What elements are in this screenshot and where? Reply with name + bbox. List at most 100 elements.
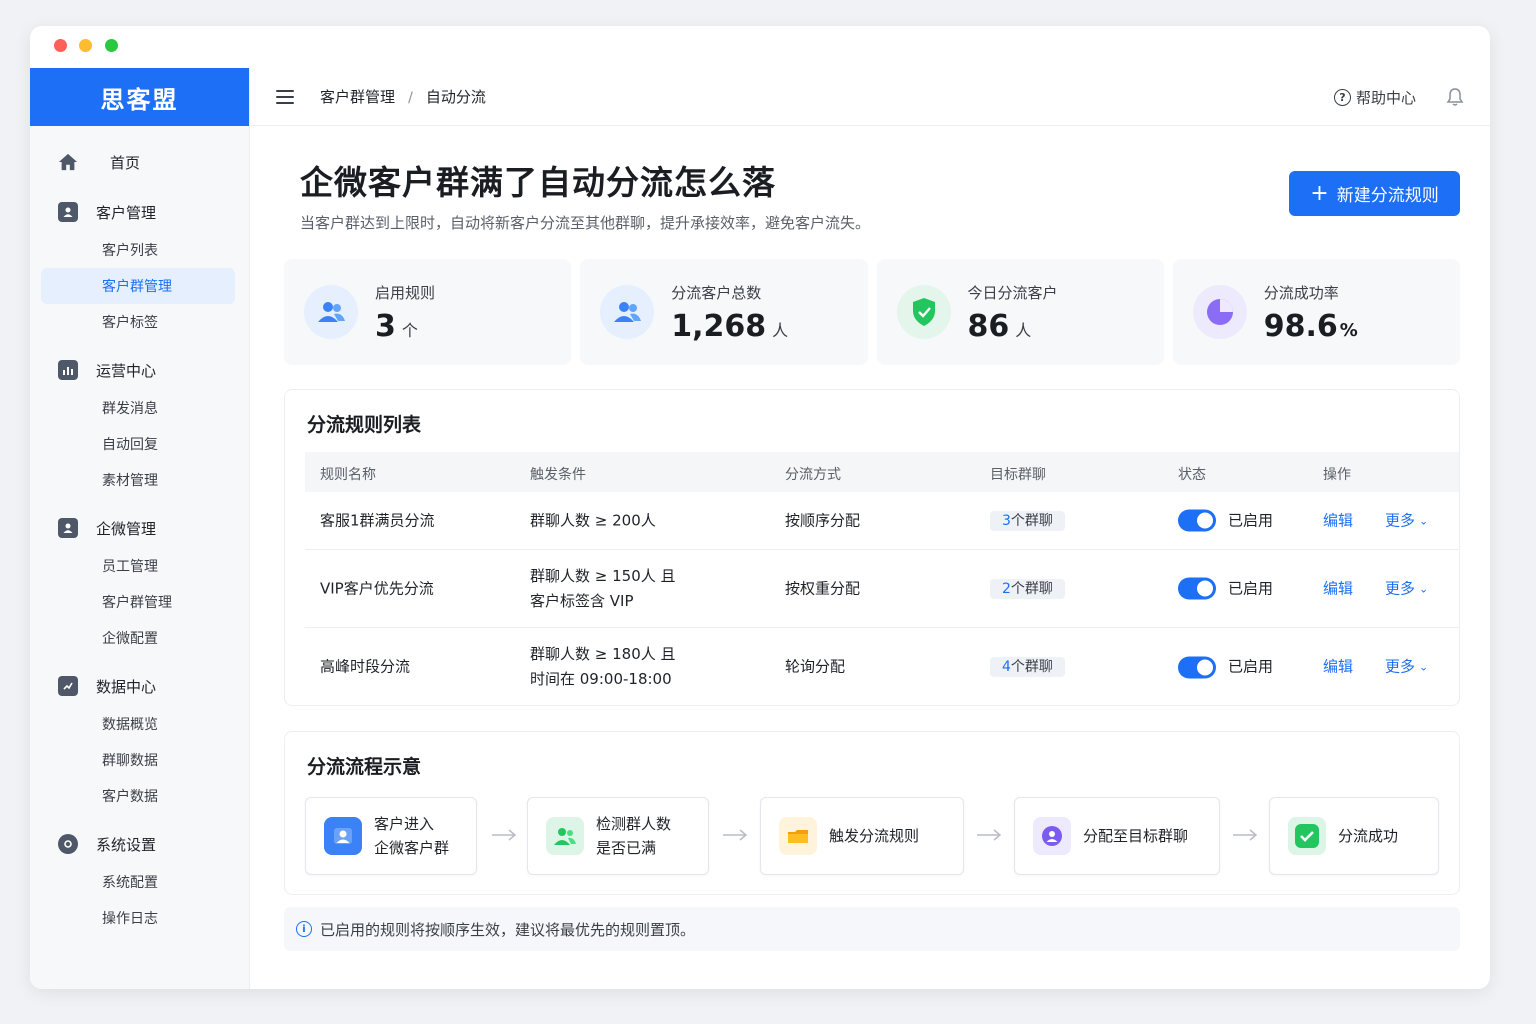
status-toggle[interactable]: 已启用 xyxy=(1178,576,1273,601)
stat-card-success-rate: 分流成功率 98.6% xyxy=(1172,259,1460,365)
column-header: 状态 xyxy=(1178,467,1206,483)
flow-title: 分流流程示意 xyxy=(307,756,422,778)
stat-label: 今日分流客户 xyxy=(967,284,1058,302)
status-toggle[interactable]: 已启用 xyxy=(1178,655,1273,680)
more-dropdown[interactable]: 更多 ⌄ xyxy=(1385,655,1428,680)
user-card-icon xyxy=(58,202,78,222)
user-enter-icon xyxy=(324,817,362,855)
sidebar-item-customer-groups[interactable]: 客户群管理 xyxy=(41,268,235,304)
column-header: 分流方式 xyxy=(785,467,841,483)
sidebar-group-wecom[interactable]: 企微管理 xyxy=(30,508,249,548)
plus-icon: + xyxy=(1310,180,1329,206)
breadcrumb-separator: / xyxy=(408,90,413,106)
flow-step-label: 客户进入 企微客户群 xyxy=(374,815,450,857)
toggle-switch[interactable] xyxy=(1178,656,1216,678)
rules-table-card: 分流规则列表 规则名称 触发条件 分流方式 目标群聊 状态 操作 客服1群满员分… xyxy=(284,389,1460,706)
app-window: 思客盟 首页 客户管理 客户列表 客户群管理 客户标签 运营中心 群发消息 自动… xyxy=(30,26,1490,989)
sidebar-item-system-config[interactable]: 系统配置 xyxy=(30,864,249,900)
flow-step-assign: 分配至目标群聊 xyxy=(1014,797,1220,875)
toggle-switch[interactable] xyxy=(1178,509,1216,532)
chevron-down-icon: ⌄ xyxy=(1419,660,1429,674)
status-toggle[interactable]: 已启用 xyxy=(1178,508,1273,533)
edit-link[interactable]: 编辑 xyxy=(1323,655,1353,680)
brand-logo[interactable]: 思客盟 xyxy=(30,68,249,126)
flow-step-label: 分流成功 xyxy=(1338,827,1399,845)
stat-label: 启用规则 xyxy=(375,284,436,302)
breadcrumb-item-customer-groups[interactable]: 客户群管理 xyxy=(320,88,395,106)
help-center-label: 帮助中心 xyxy=(1355,89,1416,107)
sidebar-item-label: 首页 xyxy=(110,153,141,172)
sidebar-item-auto-reply[interactable]: 自动回复 xyxy=(30,426,249,462)
rule-name: VIP客户优先分流 xyxy=(320,579,434,597)
arrow-right-icon xyxy=(1233,829,1258,841)
flow-step-label: 检测群人数 是否已满 xyxy=(596,815,672,857)
breadcrumb: 客户群管理 / 自动分流 xyxy=(320,86,486,107)
bell-icon[interactable] xyxy=(1446,87,1464,111)
flow-step-trigger: 触发分流规则 xyxy=(760,797,964,875)
flow-card: 分流流程示意 客户进入 企微客户群 检测群人数 是否已满 触发分流规则 分配至目… xyxy=(284,731,1460,895)
sidebar-item-customer-data[interactable]: 客户数据 xyxy=(30,778,249,814)
sidebar-item-data-overview[interactable]: 数据概览 xyxy=(30,706,249,742)
sidebar-group-label: 客户管理 xyxy=(96,203,157,222)
flow-step-enter: 客户进入 企微客户群 xyxy=(305,797,477,875)
sidebar-item-materials[interactable]: 素材管理 xyxy=(30,462,249,498)
more-dropdown[interactable]: 更多 ⌄ xyxy=(1385,508,1428,533)
maximize-window-button[interactable] xyxy=(105,39,118,52)
sidebar-item-customer-list[interactable]: 客户列表 xyxy=(30,232,249,268)
sidebar-group-label: 系统设置 xyxy=(96,835,157,854)
sidebar-item-broadcast[interactable]: 群发消息 xyxy=(30,390,249,426)
flow-step-label: 触发分流规则 xyxy=(829,827,920,845)
edit-link[interactable]: 编辑 xyxy=(1323,508,1353,533)
users-icon xyxy=(600,285,655,339)
sidebar-item-group-data[interactable]: 群聊数据 xyxy=(30,742,249,778)
pie-chart-icon xyxy=(1192,285,1247,339)
sidebar-group-label: 运营中心 xyxy=(96,361,157,380)
table-row: 客服1群满员分流 群聊人数 ≥ 200人 按顺序分配 3个群聊 已启用 编辑 更… xyxy=(305,492,1459,550)
target-groups-badge[interactable]: 2个群聊 xyxy=(990,576,1065,602)
sidebar-item-operation-log[interactable]: 操作日志 xyxy=(30,900,249,936)
rule-condition: 群聊人数 ≥ 150人 且客户标签含 VIP xyxy=(530,566,676,610)
flow-step-detect: 检测群人数 是否已满 xyxy=(527,797,709,875)
page-title: 企微客户群满了自动分流怎么落 xyxy=(300,163,776,202)
rule-name: 高峰时段分流 xyxy=(320,657,411,676)
group-assign-icon xyxy=(1033,817,1071,855)
toggle-switch[interactable] xyxy=(1178,577,1216,600)
sidebar-group-label: 数据中心 xyxy=(96,677,157,696)
sidebar-item-wecom-config[interactable]: 企微配置 xyxy=(30,620,249,656)
arrow-right-icon xyxy=(723,829,748,841)
users-icon xyxy=(304,285,358,339)
sidebar-item-wecom-groups[interactable]: 客户群管理 xyxy=(30,584,249,620)
gear-icon xyxy=(58,834,78,854)
column-header: 触发条件 xyxy=(530,467,586,483)
table-row: VIP客户优先分流 群聊人数 ≥ 150人 且客户标签含 VIP 按权重分配 2… xyxy=(305,550,1459,628)
menu-icon[interactable] xyxy=(276,89,294,104)
target-groups-badge[interactable]: 3个群聊 xyxy=(990,508,1065,534)
target-groups-badge[interactable]: 4个群聊 xyxy=(990,654,1065,680)
page-subtitle: 当客户群达到上限时，自动将新客户分流至其他群聊，提升承接效率，避免客户流失。 xyxy=(300,214,871,232)
rule-method: 按权重分配 xyxy=(785,579,861,597)
sidebar-item-staff[interactable]: 员工管理 xyxy=(30,548,249,584)
stat-card-total-customers: 分流客户总数 1,268 人 xyxy=(580,259,868,365)
new-rule-button-label: 新建分流规则 xyxy=(1336,186,1439,206)
minimize-window-button[interactable] xyxy=(79,39,92,52)
new-rule-button[interactable]: + 新建分流规则 xyxy=(1289,171,1460,216)
sidebar-group-data[interactable]: 数据中心 xyxy=(30,666,249,706)
sidebar-item-customer-tags[interactable]: 客户标签 xyxy=(30,304,249,340)
edit-link[interactable]: 编辑 xyxy=(1323,576,1353,601)
sidebar-group-customers[interactable]: 客户管理 xyxy=(30,192,249,232)
stat-card-active-rules: 启用规则 3个 xyxy=(284,259,572,365)
sidebar-group-label: 企微管理 xyxy=(96,519,157,538)
question-icon: ? xyxy=(1333,89,1351,106)
sidebar-group-settings[interactable]: 系统设置 xyxy=(30,824,249,864)
help-center-link[interactable]: ? 帮助中心 xyxy=(1333,87,1416,108)
flow-step-label: 分配至目标群聊 xyxy=(1083,827,1189,845)
sidebar-item-home[interactable]: 首页 xyxy=(30,142,249,182)
stat-label: 分流成功率 xyxy=(1263,284,1339,302)
more-dropdown[interactable]: 更多 ⌄ xyxy=(1385,576,1428,601)
table-row: 高峰时段分流 群聊人数 ≥ 180人 且时间在 09:00-18:00 轮询分配… xyxy=(305,628,1459,706)
rule-condition: 群聊人数 ≥ 200人 xyxy=(530,511,656,529)
arrow-right-icon xyxy=(492,829,517,841)
sidebar-group-operations[interactable]: 运营中心 xyxy=(30,350,249,390)
close-window-button[interactable] xyxy=(54,39,67,52)
column-header: 操作 xyxy=(1323,467,1351,483)
